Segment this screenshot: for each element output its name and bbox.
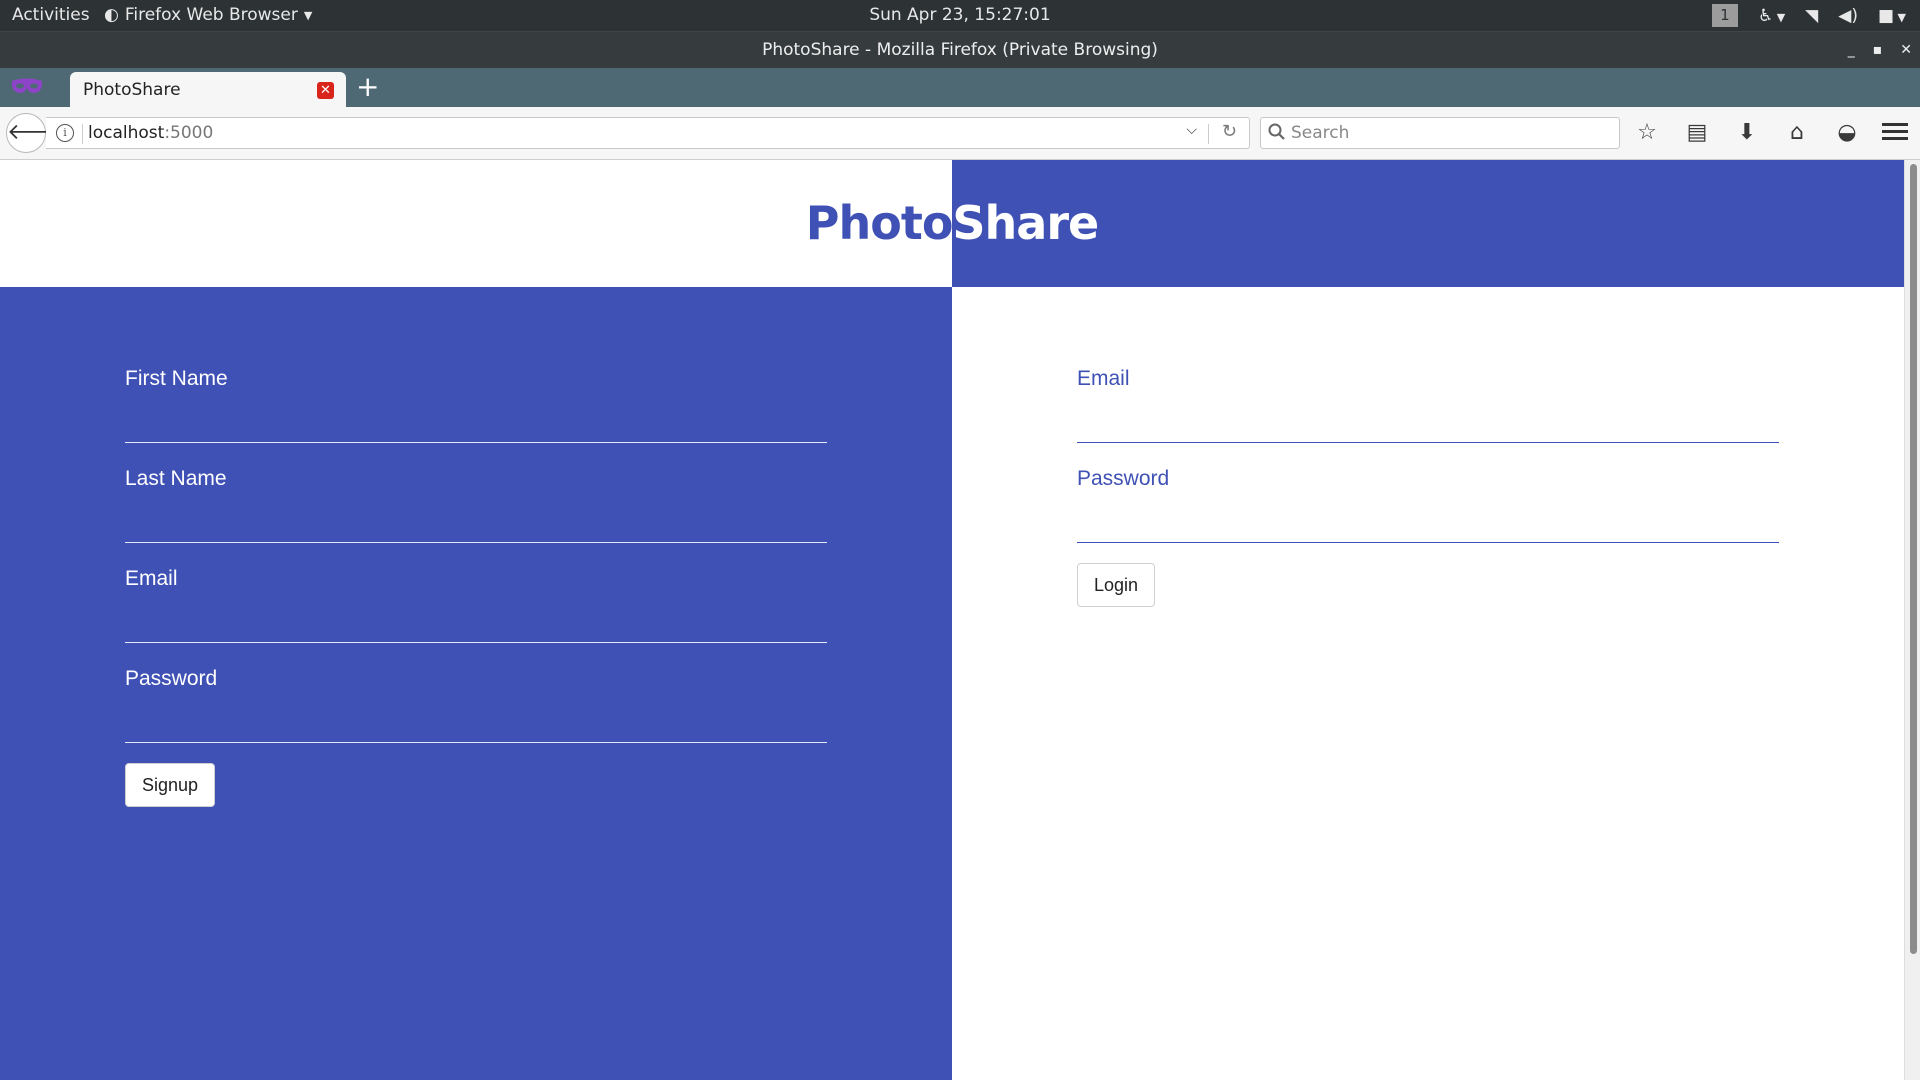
signup-email-input[interactable]	[125, 601, 827, 643]
volume-icon[interactable]: ◀)	[1838, 6, 1858, 26]
bookmark-star-icon[interactable]: ☆	[1632, 119, 1662, 147]
login-email-label: Email	[1077, 367, 1130, 390]
signup-first-name-field: First Name	[125, 367, 827, 467]
login-password-field: Password	[1077, 467, 1779, 567]
url-separator-right	[1208, 124, 1209, 144]
login-button[interactable]: Login	[1077, 563, 1156, 607]
home-icon[interactable]: ⌂	[1782, 119, 1812, 147]
signup-button[interactable]: Signup	[125, 763, 216, 807]
tab-close-icon[interactable]: ✕	[317, 82, 334, 99]
maximize-icon[interactable]: ▪	[1873, 32, 1883, 69]
search-icon	[1268, 123, 1285, 140]
signup-email-label: Email	[125, 567, 178, 590]
workspace-indicator[interactable]: 1	[1711, 4, 1738, 27]
login-panel: Email Password Login	[952, 287, 1904, 1080]
system-tray: 1 ♿︎ ▼ ◥ ◀) ■ ▼	[1711, 4, 1906, 27]
signup-password-input[interactable]	[125, 701, 827, 743]
signup-password-label: Password	[125, 667, 218, 690]
signup-first-name-label: First Name	[125, 367, 228, 390]
login-password-label: Password	[1077, 467, 1170, 490]
tab-photoshare[interactable]: PhotoShare ✕	[70, 72, 346, 108]
login-form: Email Password Login	[1077, 367, 1779, 607]
close-icon[interactable]: ✕	[1900, 32, 1912, 69]
login-email-input[interactable]	[1077, 401, 1779, 443]
pocket-icon[interactable]: ◒	[1832, 119, 1862, 147]
signup-first-name-input[interactable]	[125, 401, 827, 443]
wifi-icon[interactable]: ◥	[1805, 6, 1818, 26]
signup-last-name-input[interactable]	[125, 501, 827, 543]
back-button[interactable]: 🡐	[6, 113, 66, 153]
minimize-icon[interactable]: _	[1848, 32, 1855, 69]
signup-last-name-label: Last Name	[125, 467, 227, 490]
login-password-input[interactable]	[1077, 501, 1779, 543]
page-content: PhotoShare First Name Last Name Email Pa…	[0, 160, 1904, 1080]
window-title-bar: PhotoShare - Mozilla Firefox (Private Br…	[0, 31, 1920, 68]
navigation-toolbar: 🡐 i localhost:5000 ⌵ ↻ ☆ ▤ ⬇ ⌂ ◒	[0, 107, 1920, 160]
url-bar[interactable]: i localhost:5000 ⌵ ↻	[46, 117, 1250, 149]
site-logo: PhotoShare	[0, 160, 1904, 287]
tab-strip: PhotoShare ✕ +	[0, 68, 1920, 108]
tab-label: PhotoShare	[83, 80, 181, 100]
signup-email-field: Email	[125, 567, 827, 667]
search-input[interactable]	[1291, 122, 1611, 144]
search-bar[interactable]	[1260, 117, 1620, 149]
downloads-icon[interactable]: ⬇	[1732, 119, 1762, 147]
signup-form: First Name Last Name Email Password Sign…	[125, 367, 827, 807]
vertical-scrollbar[interactable]	[1904, 160, 1920, 1080]
signup-password-field: Password	[125, 667, 827, 767]
logo-photo: Photo	[805, 196, 954, 250]
login-email-field: Email	[1077, 367, 1779, 467]
url-separator	[82, 124, 83, 144]
signup-last-name-field: Last Name	[125, 467, 827, 567]
site-info-icon[interactable]: i	[56, 124, 74, 142]
window-title: PhotoShare - Mozilla Firefox (Private Br…	[762, 40, 1158, 60]
private-browsing-mask-icon	[11, 78, 43, 93]
power-icon[interactable]: ■ ▼	[1878, 6, 1906, 26]
scrollbar-thumb[interactable]	[1910, 164, 1917, 954]
menu-icon[interactable]	[1880, 119, 1910, 147]
bookmarks-list-icon[interactable]: ▤	[1682, 119, 1712, 147]
clock[interactable]: Sun Apr 23, 15:27:01	[869, 5, 1050, 25]
url-history-dropdown-icon[interactable]: ⌵	[1186, 122, 1197, 138]
signup-panel: First Name Last Name Email Password Sign…	[0, 287, 952, 1080]
reload-icon[interactable]: ↻	[1222, 121, 1237, 142]
logo-share: Share	[952, 196, 1099, 250]
url-text[interactable]: localhost:5000	[88, 123, 213, 143]
new-tab-button[interactable]: +	[356, 71, 379, 103]
accessibility-icon[interactable]: ♿︎ ▼	[1758, 6, 1785, 26]
system-top-bar: Activities ◐ Firefox Web Browser ▼ Sun A…	[0, 0, 1920, 31]
